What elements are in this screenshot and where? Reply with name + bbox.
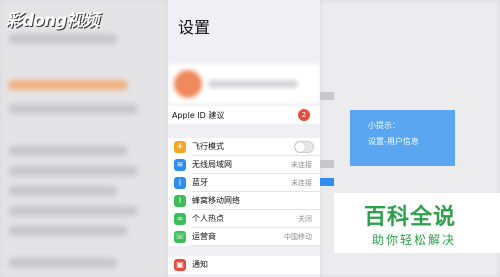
profile-row[interactable]: [168, 64, 320, 104]
settings-row-label: 飞行模式: [192, 142, 224, 151]
brand-watermark: 百科全说 助你轻松解决: [334, 193, 500, 253]
bluetooth-icon: ᛒ: [174, 177, 186, 189]
right-strip: [320, 160, 334, 168]
blur-row: [8, 206, 138, 216]
right-strip: [320, 92, 334, 100]
settings-row-label: 蓝牙: [192, 178, 208, 187]
toggle-knob: [295, 142, 305, 152]
settings-row[interactable]: ☏ 运营商 中国移动: [168, 228, 320, 246]
blur-row: [8, 146, 128, 156]
tip-text: 设置-用户信息: [368, 137, 419, 146]
apple-id-suggestion-row[interactable]: Apple ID 建议 2: [168, 106, 320, 124]
settings-panel: 设置 Apple ID 建议 2 ✈ 飞行模式 ≋ 无线局域网 未连接 ᛒ 蓝牙 未连接 ⌇ 蜂窝…: [168, 0, 320, 277]
apple-id-label: Apple ID 建议: [172, 111, 225, 120]
profile-name-placeholder: [208, 80, 298, 88]
tip-title: 小提示：: [368, 121, 400, 130]
settings-row[interactable]: ∞ 个人热点 关闭: [168, 210, 320, 228]
settings-row-value: 中国移动: [284, 233, 312, 241]
brand-subtitle: 助你轻松解决: [372, 233, 457, 247]
settings-row[interactable]: ᛒ 蓝牙 未连接: [168, 174, 320, 192]
blur-row: [8, 80, 128, 90]
settings-row-label: 个人热点: [192, 214, 224, 223]
notification-icon: ▣: [174, 259, 186, 271]
left-blur-background: [0, 0, 168, 277]
blur-row: [8, 104, 138, 114]
notification-badge: 2: [298, 109, 310, 121]
cellular-icon: ⌇: [174, 195, 186, 207]
blur-row: [8, 166, 138, 176]
settings-row[interactable]: ✈ 飞行模式: [168, 138, 320, 156]
airplane-mode-toggle[interactable]: [294, 141, 314, 153]
tip-box: 小提示： 设置-用户信息: [350, 110, 455, 166]
blur-row: [8, 226, 128, 236]
avatar: [174, 70, 202, 98]
wifi-icon: ≋: [174, 159, 186, 171]
settings-row-value: 未连接: [291, 179, 312, 187]
carrier-icon: ☏: [174, 231, 186, 243]
watermark-logo: 彩dong视频: [6, 11, 99, 31]
settings-row[interactable]: ⌇ 蜂窝移动网络: [168, 192, 320, 210]
blur-row: [8, 34, 118, 44]
settings-row-label: 无线局域网: [192, 160, 232, 169]
page-title: 设置: [178, 18, 211, 37]
settings-row-label: 运营商: [192, 232, 216, 241]
airplane-icon: ✈: [174, 141, 186, 153]
settings-row-notifications[interactable]: ▣ 通知: [168, 256, 320, 274]
blur-row: [8, 258, 118, 268]
settings-row-value: 关闭: [298, 215, 312, 223]
blur-row: [8, 186, 118, 196]
settings-row[interactable]: ≋ 无线局域网 未连接: [168, 156, 320, 174]
settings-row-value: 未连接: [291, 161, 312, 169]
settings-row-label: 通知: [192, 260, 208, 269]
right-strip: [320, 178, 334, 186]
settings-row-label: 蜂窝移动网络: [192, 196, 240, 205]
brand-title: 百科全说: [364, 205, 457, 230]
hotspot-icon: ∞: [174, 213, 186, 225]
row-separator: [192, 245, 320, 246]
